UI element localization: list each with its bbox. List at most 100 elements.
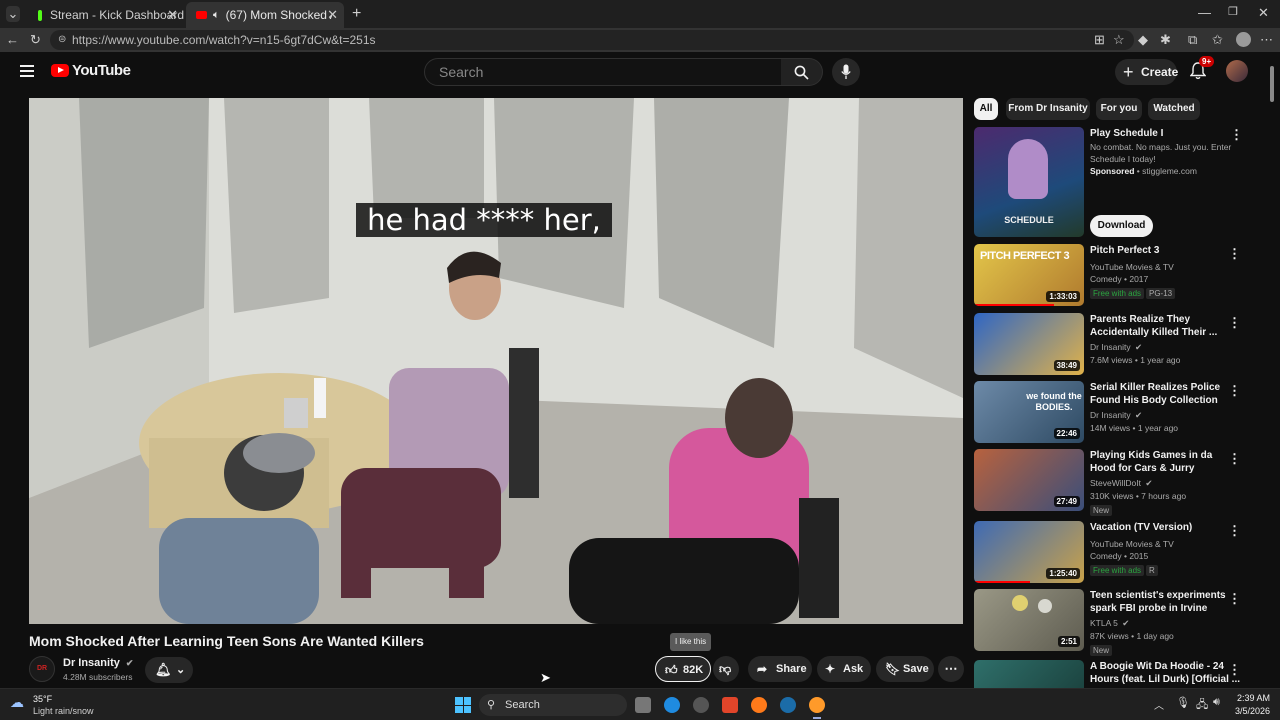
sponsored-ad[interactable]: SCHEDULE Play Schedule I No combat. No m… <box>974 127 1260 239</box>
recommendation-item[interactable]: A Boogie Wit Da Hoodie - 24 Hours (feat.… <box>974 660 1260 688</box>
taskbar-search-box[interactable]: ⚲ Search <box>479 694 627 716</box>
rec-more-icon[interactable]: ⋮ <box>1228 315 1241 331</box>
tab-list-chevron-icon[interactable]: ⌄ <box>6 6 20 22</box>
more-actions-button[interactable]: ⋯ <box>938 656 964 682</box>
tab-kick-dashboard[interactable]: Stream - Kick Dashboard ✕ <box>28 2 184 28</box>
youtube-logo[interactable]: YouTube <box>51 62 131 79</box>
notification-count-badge: 9+ <box>1199 56 1215 67</box>
clock-date: 3/5/2026 <box>1234 706 1270 716</box>
page-scrollbar[interactable] <box>1269 56 1275 686</box>
recommendation-item[interactable]: we found the BODIES. 22:46 Serial Killer… <box>974 381 1260 445</box>
scrollbar-thumb[interactable] <box>1270 66 1274 102</box>
firefox-nightly-icon[interactable] <box>809 697 825 713</box>
recommendation-item[interactable]: 1:25:40 Vacation (TV Version) YouTube Mo… <box>974 521 1260 585</box>
youtube-play-logo-icon <box>51 64 69 77</box>
back-arrow-icon[interactable]: ← <box>6 32 19 47</box>
brave-browser-icon[interactable] <box>722 697 738 713</box>
video-thumbnail[interactable]: PITCH PERFECT 3 1:33:03 <box>974 244 1084 306</box>
profile-avatar-icon[interactable] <box>1236 32 1251 47</box>
subscribed-notifications-button[interactable]: 🔔︎ ⌄ <box>145 657 193 683</box>
reload-icon[interactable]: ↻ <box>30 32 41 48</box>
clock[interactable]: 2:39 AM 3/5/2026 <box>1230 693 1270 716</box>
rec-more-icon[interactable]: ⋮ <box>1228 383 1241 399</box>
thumb-title-art: PITCH PERFECT 3 <box>980 250 1070 262</box>
url-input[interactable]: ⊜ https://www.youtube.com/watch?v=n15-6g… <box>50 30 1134 50</box>
volume-icon[interactable]: 🔊︎ <box>1213 696 1220 709</box>
voice-search-button[interactable] <box>832 58 860 86</box>
channel-name-row[interactable]: Dr Insanity ✔ <box>63 657 133 669</box>
search-input[interactable]: Search <box>424 58 782 86</box>
settings-gear-icon[interactable] <box>693 697 709 713</box>
recommendation-item[interactable]: 38:49 Parents Realize They Accidentally … <box>974 313 1260 377</box>
bookmark-star-icon[interactable]: ☆ <box>1113 32 1125 48</box>
steam-icon[interactable] <box>780 697 796 713</box>
ad-more-icon[interactable]: ⋮ <box>1230 127 1243 143</box>
channel-avatar[interactable]: DR <box>29 656 55 682</box>
video-player[interactable]: he had **** her, <box>29 98 963 624</box>
minimize-icon[interactable]: — <box>1198 5 1211 20</box>
rec-more-icon[interactable]: ⋮ <box>1228 662 1241 678</box>
chip-for-you[interactable]: For you <box>1096 98 1142 120</box>
rec-more-icon[interactable]: ⋮ <box>1228 451 1241 467</box>
browser-menu-icon[interactable]: ⋯ <box>1260 32 1273 48</box>
video-thumbnail[interactable]: 1:25:40 <box>974 521 1084 583</box>
close-tab-icon[interactable]: ✕ <box>167 7 178 23</box>
bookmark-icon: 🔖︎ <box>885 662 901 676</box>
microphone-tray-icon[interactable]: 🎙︎ <box>1176 696 1190 709</box>
video-caption: he had **** her, <box>356 203 612 237</box>
close-tab-icon[interactable]: ✕ <box>327 7 338 23</box>
split-screen-icon[interactable]: ⧉ <box>1188 32 1197 48</box>
rec-more-icon[interactable]: ⋮ <box>1228 523 1241 539</box>
video-thumbnail[interactable]: 38:49 <box>974 313 1084 375</box>
rec-more-icon[interactable]: ⋮ <box>1228 591 1241 607</box>
rec-meta: 87K views • 1 day ago <box>1090 631 1174 641</box>
tab-youtube-video[interactable]: 🔈︎ (67) Mom Shocked After Lear ✕ <box>186 2 344 28</box>
video-thumbnail[interactable]: 27:49 <box>974 449 1084 511</box>
recommendation-item[interactable]: 2:51 Teen scientist's experiments spark … <box>974 589 1260 656</box>
extensions-puzzle-icon[interactable]: ✱ <box>1160 32 1171 48</box>
account-avatar[interactable] <box>1226 60 1248 82</box>
search-button[interactable] <box>781 58 823 86</box>
chip-all[interactable]: All <box>974 98 998 120</box>
window-close-icon[interactable]: ✕ <box>1258 5 1269 21</box>
like-button[interactable]: 👍︎ 82K <box>655 656 711 682</box>
rec-title: A Boogie Wit Da Hoodie - 24 Hours (feat.… <box>1090 661 1241 685</box>
recommendation-item[interactable]: 27:49 Playing Kids Games in da Hood for … <box>974 449 1260 516</box>
network-icon[interactable]: 🖧︎ <box>1196 696 1208 715</box>
video-thumbnail[interactable]: 2:51 <box>974 589 1084 651</box>
hamburger-menu-icon[interactable] <box>20 65 34 77</box>
site-info-icon[interactable]: ⊜ <box>58 30 66 50</box>
rec-meta: 14M views • 1 year ago <box>1090 423 1179 433</box>
rec-meta: Comedy • 2015 <box>1090 551 1149 561</box>
video-thumbnail[interactable] <box>974 660 1084 688</box>
save-button[interactable]: 🔖︎ Save <box>876 656 934 682</box>
chip-watched[interactable]: Watched <box>1148 98 1200 120</box>
rec-more-icon[interactable]: ⋮ <box>1228 246 1241 262</box>
install-app-icon[interactable]: ⊞ <box>1094 32 1105 48</box>
extension-icon[interactable]: ◆ <box>1138 32 1148 48</box>
restore-icon[interactable]: ❐ <box>1228 5 1238 18</box>
recommendation-item[interactable]: PITCH PERFECT 3 1:33:03 Pitch Perfect 3 … <box>974 244 1260 308</box>
video-thumbnail[interactable]: we found the BODIES. 22:46 <box>974 381 1084 443</box>
windows-start-icon[interactable] <box>455 697 471 713</box>
share-button[interactable]: ➦ Share <box>748 656 812 682</box>
verified-icon: ✔ <box>1122 618 1130 628</box>
chip-from-dr-insanity[interactable]: From Dr Insanity <box>1006 98 1090 120</box>
balloon-graphic <box>1038 599 1052 613</box>
speaker-icon[interactable]: 🔈︎ <box>213 9 220 22</box>
ad-thumbnail[interactable]: SCHEDULE <box>974 127 1084 237</box>
create-button[interactable]: + Create <box>1115 59 1178 85</box>
notifications-button[interactable]: 9+ <box>1189 56 1215 80</box>
favorites-icon[interactable]: ✩ <box>1212 32 1223 48</box>
firefox-icon[interactable] <box>751 697 767 713</box>
weather-widget[interactable]: ☁ <box>10 694 30 714</box>
new-tab-plus-icon[interactable]: + <box>352 5 361 23</box>
edge-browser-icon[interactable] <box>664 697 680 713</box>
task-view-icon[interactable] <box>635 697 651 713</box>
download-button[interactable]: Download <box>1090 215 1153 237</box>
tray-overflow-chevron-icon[interactable]: ︿ <box>1154 697 1164 712</box>
dislike-button[interactable]: 👎︎ <box>713 656 739 682</box>
rec-title: Vacation (TV Version) <box>1090 522 1193 533</box>
ask-button[interactable]: ✦ Ask <box>817 656 871 682</box>
verified-icon: ✔ <box>1135 410 1143 420</box>
